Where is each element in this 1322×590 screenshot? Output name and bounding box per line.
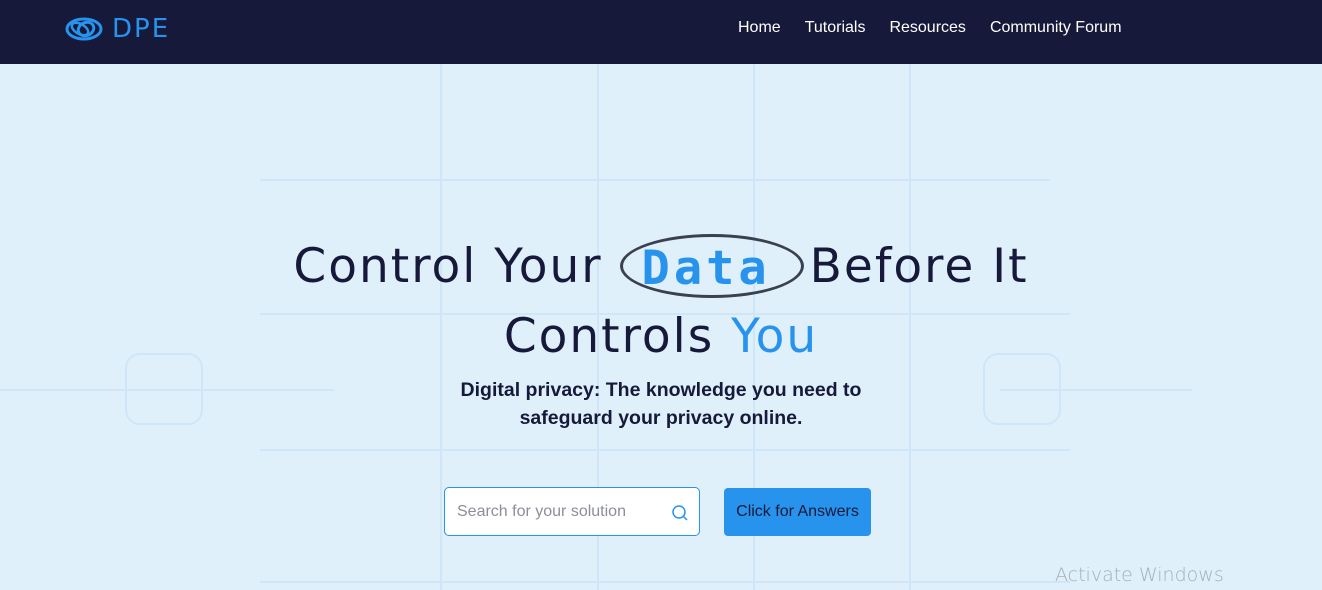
headline-line-2: Controls You <box>0 302 1322 372</box>
click-for-answers-button[interactable]: Click for Answers <box>724 488 871 536</box>
logo-rings-icon <box>65 17 103 41</box>
headline-accent: You <box>731 309 819 364</box>
search-input[interactable] <box>457 488 667 535</box>
nav-menu: Home Tutorials Resources Community Forum <box>738 18 1122 38</box>
hero-headline: Control Your Data Before It Controls You <box>0 232 1322 372</box>
brand-name: DPE <box>112 14 171 44</box>
search-icon[interactable] <box>671 504 689 522</box>
nav-link-tutorials[interactable]: Tutorials <box>805 18 866 38</box>
nav-link-community-forum[interactable]: Community Forum <box>990 18 1122 38</box>
highlight-data-wrapper: Data <box>619 232 804 302</box>
navbar: DPE Home Tutorials Resources Community F… <box>0 0 1322 64</box>
nav-link-resources[interactable]: Resources <box>889 18 965 38</box>
subtitle-line-1: Digital privacy: The knowledge you need … <box>460 379 862 401</box>
nav-link-home[interactable]: Home <box>738 18 781 38</box>
hero-subtitle: Digital privacy: The knowledge you need … <box>0 376 1322 432</box>
brand-logo[interactable]: DPE <box>64 14 170 44</box>
headline-highlight: Data <box>641 241 771 296</box>
headline-line-1: Control Your Data Before It <box>0 232 1322 302</box>
activate-windows-watermark: Activate Windows <box>1055 564 1224 586</box>
headline-part1: Control Your <box>293 239 603 294</box>
hero-section: Control Your Data Before It Controls You… <box>0 64 1322 590</box>
headline-line2-text: Controls <box>503 309 715 364</box>
subtitle-line-2: safeguard your privacy online. <box>519 407 803 429</box>
search-box <box>444 487 700 536</box>
headline-part2: Before It <box>809 239 1029 294</box>
